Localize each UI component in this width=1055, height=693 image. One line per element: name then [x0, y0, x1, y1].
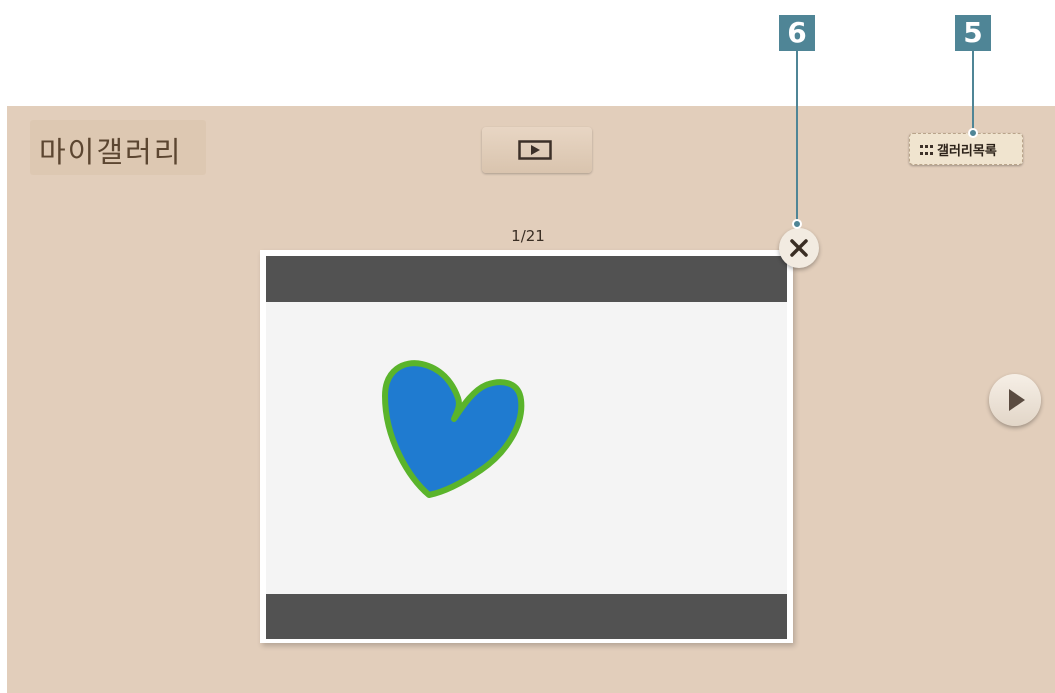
page-title: 마이갤러리: [39, 135, 183, 169]
close-icon: [790, 239, 808, 257]
photo-image[interactable]: [266, 256, 787, 639]
callout-6: 6: [779, 15, 815, 51]
callout-5-line: [972, 51, 974, 131]
title-area: 마이갤러리: [30, 120, 206, 175]
next-arrow-icon: [1009, 389, 1025, 411]
callout-6-line: [796, 51, 798, 221]
slideshow-icon: [518, 140, 552, 160]
slideshow-button[interactable]: [482, 127, 592, 173]
drawing-canvas: [266, 302, 787, 594]
photo-frame: [260, 250, 793, 643]
grid-icon: [920, 145, 933, 155]
gallery-list-button[interactable]: 갤러리목록: [909, 133, 1023, 165]
callout-5-dot: [968, 128, 978, 138]
heart-drawing: [382, 360, 525, 498]
next-button[interactable]: [989, 374, 1041, 426]
gallery-list-label: 갤러리목록: [937, 144, 997, 159]
photo-counter: 1/21: [511, 227, 545, 245]
callout-6-dot: [792, 219, 802, 229]
callout-5: 5: [955, 15, 991, 51]
close-button[interactable]: [779, 228, 819, 268]
gallery-panel: 마이갤러리 갤러리목록 1/21: [7, 106, 1055, 693]
